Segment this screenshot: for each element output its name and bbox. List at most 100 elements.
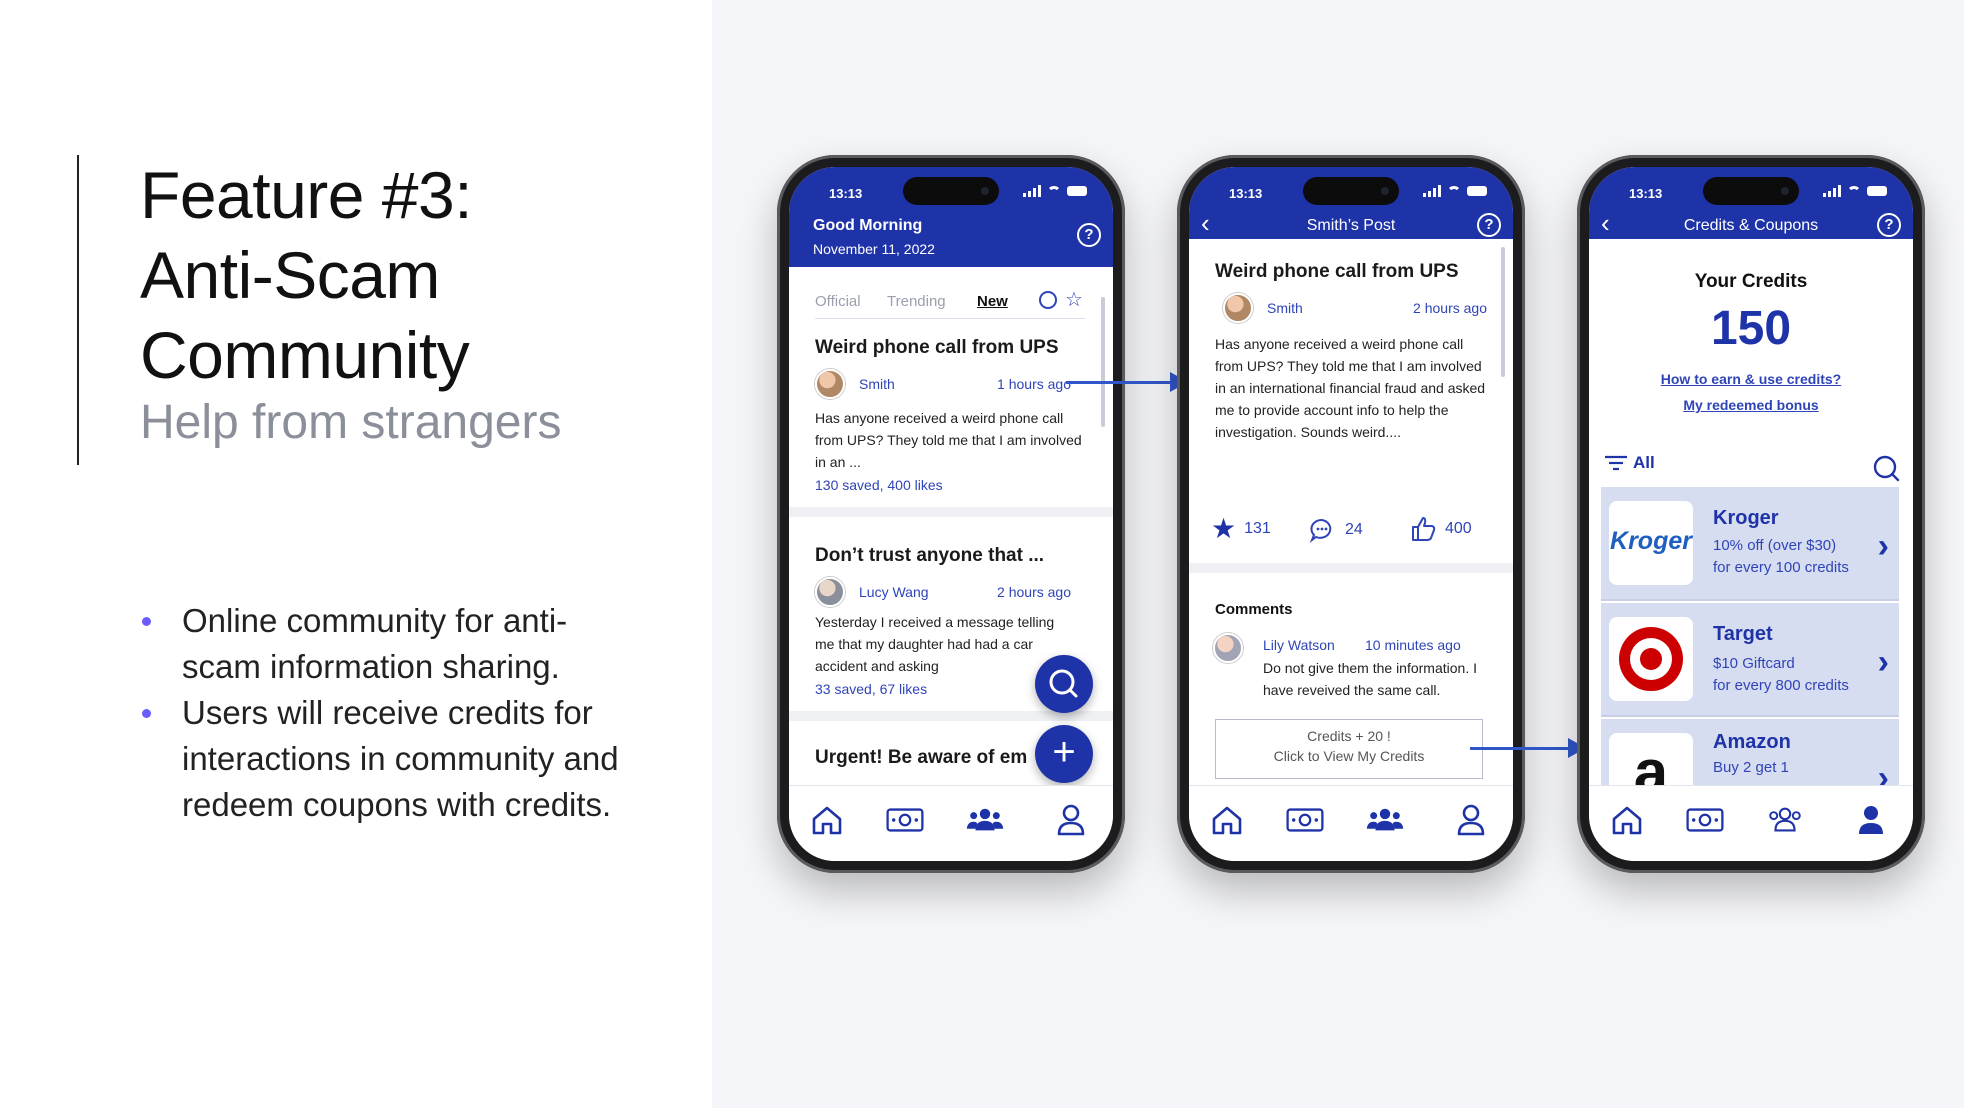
- credits-screen: 13:13 ‹ Credits & Coupons ? Your Credits…: [1589, 167, 1913, 861]
- help-icon[interactable]: ?: [1877, 213, 1901, 237]
- post-time: 2 hours ago: [1413, 300, 1487, 316]
- date: November 11, 2022: [813, 241, 935, 257]
- post-header: 13:13 ‹ Smith’s Post ?: [1189, 167, 1513, 239]
- title-line-3: Community: [140, 318, 470, 392]
- filter-all[interactable]: All: [1603, 453, 1655, 473]
- redeemed-bonus-link[interactable]: My redeemed bonus: [1589, 397, 1913, 413]
- greeting: Good Morning: [813, 217, 923, 234]
- status-icons: [1823, 185, 1887, 197]
- bullet-dot: [142, 617, 151, 626]
- slide-title: Feature #3: Anti-Scam Community: [140, 155, 680, 395]
- tab-bar: [1189, 785, 1513, 861]
- coupon-name: Amazon: [1713, 731, 1791, 753]
- post-author-row: Smith 2 hours ago: [1223, 293, 1487, 323]
- post-title: Weird phone call from UPS: [1215, 261, 1459, 282]
- home-icon[interactable]: [1607, 800, 1647, 840]
- dynamic-island: [903, 177, 999, 205]
- comment-author[interactable]: Lily Watson: [1263, 637, 1335, 653]
- help-icon[interactable]: ?: [1077, 223, 1101, 247]
- coupon-name: Kroger: [1713, 507, 1779, 529]
- header-title: Credits & Coupons: [1683, 217, 1819, 234]
- battery-icon: [1067, 186, 1087, 196]
- coupon-cost: for every 100 credits: [1713, 559, 1849, 576]
- slide-subtitle: Help from strangers: [140, 396, 562, 449]
- search-icon[interactable]: [1871, 453, 1901, 488]
- comment-icon: [1309, 519, 1332, 543]
- help-icon[interactable]: ?: [1477, 213, 1501, 237]
- star-count[interactable]: ★ 131: [1211, 515, 1271, 543]
- post-author[interactable]: Lucy Wang: [859, 584, 929, 600]
- profile-icon[interactable]: [1051, 800, 1091, 840]
- signal-icon: [1023, 185, 1041, 197]
- post-excerpt: Yesterday I received a message telling m…: [815, 614, 1055, 674]
- kroger-logo: Kroger: [1609, 501, 1693, 585]
- signal-icon: [1823, 185, 1841, 197]
- battery-icon: [1467, 186, 1487, 196]
- credits-toast[interactable]: Credits + 20 ! Click to View My Credits: [1215, 719, 1483, 779]
- status-time: 13:13: [829, 186, 863, 201]
- post-title[interactable]: Weird phone call from UPS: [815, 337, 1059, 359]
- avatar: [815, 369, 845, 399]
- filter-icon: [1605, 455, 1627, 471]
- wifi-icon: [1447, 186, 1461, 196]
- bullet-list: Online community for anti-scam informati…: [140, 598, 620, 828]
- like-count-value: 400: [1445, 520, 1472, 537]
- thumbs-up-icon: [1412, 517, 1436, 541]
- coupon-cost: for every 800 credits: [1713, 677, 1849, 694]
- post-excerpt: Has anyone received a weird phone call f…: [815, 410, 1082, 470]
- comments-heading: Comments: [1215, 601, 1293, 618]
- tab-bar: [1589, 785, 1913, 861]
- title-accent-bar: [77, 155, 79, 465]
- clock-icon[interactable]: [1039, 291, 1057, 309]
- comment-time: 10 minutes ago: [1365, 637, 1461, 653]
- bullet-item: Users will receive credits for interacti…: [140, 690, 620, 828]
- like-count[interactable]: 400: [1409, 515, 1472, 543]
- avatar: [815, 577, 845, 607]
- post-author[interactable]: Smith: [1267, 300, 1303, 316]
- post-author[interactable]: Smith: [859, 376, 895, 392]
- coupon-offer: $10 Giftcard: [1713, 655, 1795, 672]
- add-post-fab[interactable]: +: [1035, 725, 1093, 783]
- post-time: 2 hours ago: [997, 584, 1071, 600]
- post-author-row: Lucy Wang 2 hours ago: [815, 577, 1071, 607]
- profile-icon[interactable]: [1851, 800, 1891, 840]
- community-icon[interactable]: [965, 800, 1011, 840]
- signal-icon: [1423, 185, 1441, 197]
- post-title[interactable]: Don’t trust anyone that ...: [815, 545, 1044, 567]
- chevron-right-icon: ›: [1877, 643, 1889, 681]
- status-icons: [1423, 185, 1487, 197]
- profile-icon[interactable]: [1451, 800, 1491, 840]
- wallet-icon[interactable]: [1285, 800, 1331, 840]
- phone-credits: 13:13 ‹ Credits & Coupons ? Your Credits…: [1577, 155, 1925, 873]
- post-title[interactable]: Urgent! Be aware of em: [815, 747, 1027, 769]
- divider: [1189, 563, 1513, 573]
- community-icon[interactable]: [1365, 800, 1411, 840]
- home-icon[interactable]: [807, 800, 847, 840]
- post-detail-screen: 13:13 ‹ Smith’s Post ? Weird phone call …: [1189, 167, 1513, 861]
- coupon-target[interactable]: Target $10 Giftcard for every 800 credit…: [1601, 603, 1899, 717]
- phone-post-detail: 13:13 ‹ Smith’s Post ? Weird phone call …: [1177, 155, 1525, 873]
- wallet-icon[interactable]: [1685, 800, 1731, 840]
- post-stats: 33 saved, 67 likes: [815, 681, 928, 697]
- tab-new[interactable]: New: [977, 293, 1008, 310]
- coupon-offer: 10% off (over $30): [1713, 537, 1837, 554]
- tab-trending[interactable]: Trending: [887, 293, 946, 310]
- comment-count-value: 24: [1345, 521, 1363, 538]
- post-stats: 130 saved, 400 likes: [815, 477, 943, 493]
- comment-count[interactable]: 24: [1309, 517, 1363, 543]
- dynamic-island: [1303, 177, 1399, 205]
- wallet-icon[interactable]: [885, 800, 931, 840]
- wifi-icon: [1847, 186, 1861, 196]
- bullet-dot: [142, 709, 151, 718]
- search-fab[interactable]: [1035, 655, 1093, 713]
- flow-arrow-line: [1066, 381, 1174, 384]
- status-time: 13:13: [1629, 186, 1663, 201]
- how-to-earn-link[interactable]: How to earn & use credits?: [1589, 371, 1913, 387]
- scrollbar[interactable]: [1501, 247, 1505, 377]
- tab-official[interactable]: Official: [815, 293, 861, 310]
- scrollbar[interactable]: [1101, 297, 1105, 427]
- star-outline-icon[interactable]: ☆: [1065, 287, 1083, 312]
- community-icon[interactable]: [1765, 800, 1811, 840]
- coupon-kroger[interactable]: Kroger Kroger 10% off (over $30) for eve…: [1601, 487, 1899, 601]
- home-icon[interactable]: [1207, 800, 1247, 840]
